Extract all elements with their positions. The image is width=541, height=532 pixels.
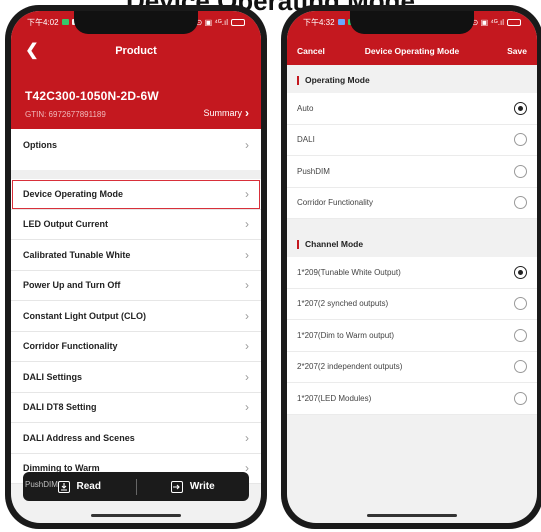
- radio-label: 1*207(LED Modules): [297, 393, 372, 403]
- read-label: Read: [76, 481, 101, 492]
- read-icon: [57, 480, 70, 493]
- list-item-led-output-current[interactable]: LED Output Current ›: [11, 209, 261, 240]
- radio-button[interactable]: [514, 297, 527, 311]
- list-item-clo[interactable]: Constant Light Output (CLO) ›: [11, 301, 261, 332]
- radio-option-1x207-dim-to-warm[interactable]: 1*207(Dim to Warm output): [287, 320, 537, 352]
- phone-operating-mode: 下午4:32 ⊙ ▣ ⁴ᴳ.ıl Cancel Device Operating…: [281, 5, 541, 529]
- write-button[interactable]: Write: [137, 480, 250, 493]
- chevron-right-icon: ›: [245, 247, 249, 262]
- list-item-label: Device Operating Mode: [23, 188, 124, 199]
- signal-icons: ⊙ ▣ ⁴ᴳ.ıl: [471, 17, 504, 27]
- chevron-right-icon: ›: [245, 186, 249, 201]
- list-item-label: LED Output Current: [23, 219, 108, 230]
- list-item-device-operating-mode[interactable]: Device Operating Mode ›: [11, 179, 261, 210]
- radio-button[interactable]: [514, 360, 527, 374]
- stage: Device Operating Mode 下午4:02 ⊙ ▣ ⁴ᴳ.ıl ❮…: [0, 0, 541, 532]
- gtin-label: GTIN: 6972677891189: [25, 110, 106, 119]
- section-heading-label: Channel Mode: [305, 239, 364, 249]
- chevron-right-icon: ›: [245, 217, 249, 232]
- divider: [11, 170, 261, 179]
- list-item-corridor-functionality[interactable]: Corridor Functionality ›: [11, 331, 261, 362]
- chevron-right-icon: ›: [245, 430, 249, 445]
- product-screen: 下午4:02 ⊙ ▣ ⁴ᴳ.ıl ❮ Product T42C300-1050N…: [11, 11, 261, 523]
- section-heading-channel-mode: Channel Mode: [287, 231, 537, 257]
- radio-button[interactable]: [514, 328, 527, 342]
- page-title: Product: [115, 45, 157, 57]
- write-label: Write: [189, 481, 215, 492]
- radio-option-1x207-synched[interactable]: 1*207(2 synched outputs): [287, 288, 537, 320]
- radio-label: 1*207(Dim to Warm output): [297, 330, 395, 340]
- chevron-right-icon: ›: [245, 138, 249, 152]
- list-item-label: DALI DT8 Setting: [23, 402, 97, 413]
- radio-label: Corridor Functionality: [297, 198, 374, 208]
- list-item-label: Power Up and Turn Off: [23, 280, 121, 291]
- radio-button-selected[interactable]: [514, 101, 527, 115]
- chevron-right-icon: ›: [245, 106, 249, 120]
- write-icon: [170, 480, 183, 493]
- radio-option-dali[interactable]: DALI: [287, 124, 537, 156]
- radio-button[interactable]: [514, 133, 527, 147]
- radio-label: 2*207(2 independent outputs): [297, 362, 403, 372]
- radio-label: PushDIM: [297, 166, 330, 176]
- list-item-label: Calibrated Tunable White: [23, 249, 131, 260]
- status-time: 下午4:02: [27, 17, 59, 27]
- app-icon: [61, 19, 69, 25]
- radio-option-pushdim[interactable]: PushDIM: [287, 156, 537, 188]
- list-item-options[interactable]: Options ›: [11, 129, 261, 161]
- radio-button-selected[interactable]: [514, 265, 527, 279]
- product-name: T42C300-1050N-2D-6W: [25, 89, 159, 103]
- radio-label: Auto: [297, 103, 314, 113]
- section-heading-operating-mode: Operating Mode: [287, 67, 537, 93]
- list-item-dali-address-scenes[interactable]: DALI Address and Scenes ›: [11, 423, 261, 454]
- radio-label: DALI: [297, 135, 315, 145]
- home-indicator[interactable]: [91, 514, 181, 517]
- radio-option-1x207-led-modules[interactable]: 1*207(LED Modules): [287, 383, 537, 415]
- list-item-label: Constant Light Output (CLO): [23, 310, 146, 321]
- radio-option-1x209-tunable-white[interactable]: 1*209(Tunable White Output): [287, 257, 537, 289]
- radio-option-auto[interactable]: Auto: [287, 93, 537, 125]
- radio-button[interactable]: [514, 196, 527, 210]
- list-item-label: Corridor Functionality: [23, 341, 118, 352]
- section-marker: [297, 239, 299, 249]
- summary-label: Summary: [203, 108, 242, 118]
- summary-link[interactable]: Summary ›: [203, 106, 249, 120]
- obscured-list-item-label: PushDIM: [25, 480, 58, 489]
- save-button[interactable]: Save: [507, 46, 527, 56]
- phone-product: 下午4:02 ⊙ ▣ ⁴ᴳ.ıl ❮ Product T42C300-1050N…: [5, 5, 267, 529]
- mode-body: Operating Mode Auto DALI PushDIM Corrido…: [287, 67, 537, 415]
- chevron-right-icon: ›: [245, 369, 249, 384]
- app-icon: [337, 19, 345, 25]
- list-item-dali-dt8[interactable]: DALI DT8 Setting ›: [11, 392, 261, 423]
- status-time: 下午4:32: [303, 17, 335, 27]
- list-item-power-up-turn-off[interactable]: Power Up and Turn Off ›: [11, 270, 261, 301]
- radio-label: 1*207(2 synched outputs): [297, 299, 389, 309]
- cancel-button[interactable]: Cancel: [297, 46, 325, 56]
- chevron-right-icon: ›: [245, 339, 249, 354]
- section-heading-label: Operating Mode: [305, 75, 370, 85]
- list-item-label: Options: [23, 140, 57, 150]
- battery-icon: [231, 18, 245, 26]
- operating-mode-screen: 下午4:32 ⊙ ▣ ⁴ᴳ.ıl Cancel Device Operating…: [287, 11, 537, 523]
- radio-button[interactable]: [514, 391, 527, 405]
- list-item-label: DALI Address and Scenes: [23, 432, 135, 443]
- settings-list: Options › Device Operating Mode › LED Ou…: [11, 129, 261, 484]
- home-indicator[interactable]: [367, 514, 457, 517]
- signal-icons: ⊙ ▣ ⁴ᴳ.ıl: [195, 17, 228, 27]
- battery-icon: [507, 18, 521, 26]
- radio-option-2x207-independent[interactable]: 2*207(2 independent outputs): [287, 351, 537, 383]
- chevron-right-icon: ›: [245, 308, 249, 323]
- section-marker: [297, 75, 299, 85]
- radio-label: 1*209(Tunable White Output): [297, 267, 401, 277]
- divider: [287, 219, 537, 231]
- radio-option-corridor[interactable]: Corridor Functionality: [287, 187, 537, 219]
- list-item-calibrated-tunable-white[interactable]: Calibrated Tunable White ›: [11, 240, 261, 271]
- chevron-right-icon: ›: [245, 400, 249, 415]
- list-item-dali-settings[interactable]: DALI Settings ›: [11, 362, 261, 393]
- radio-button[interactable]: [514, 164, 527, 178]
- chevron-right-icon: ›: [245, 278, 249, 293]
- read-write-bar: PushDIM Read Write: [23, 472, 249, 501]
- notch: [74, 11, 198, 34]
- list-item-label: DALI Settings: [23, 371, 83, 382]
- notch: [350, 11, 474, 34]
